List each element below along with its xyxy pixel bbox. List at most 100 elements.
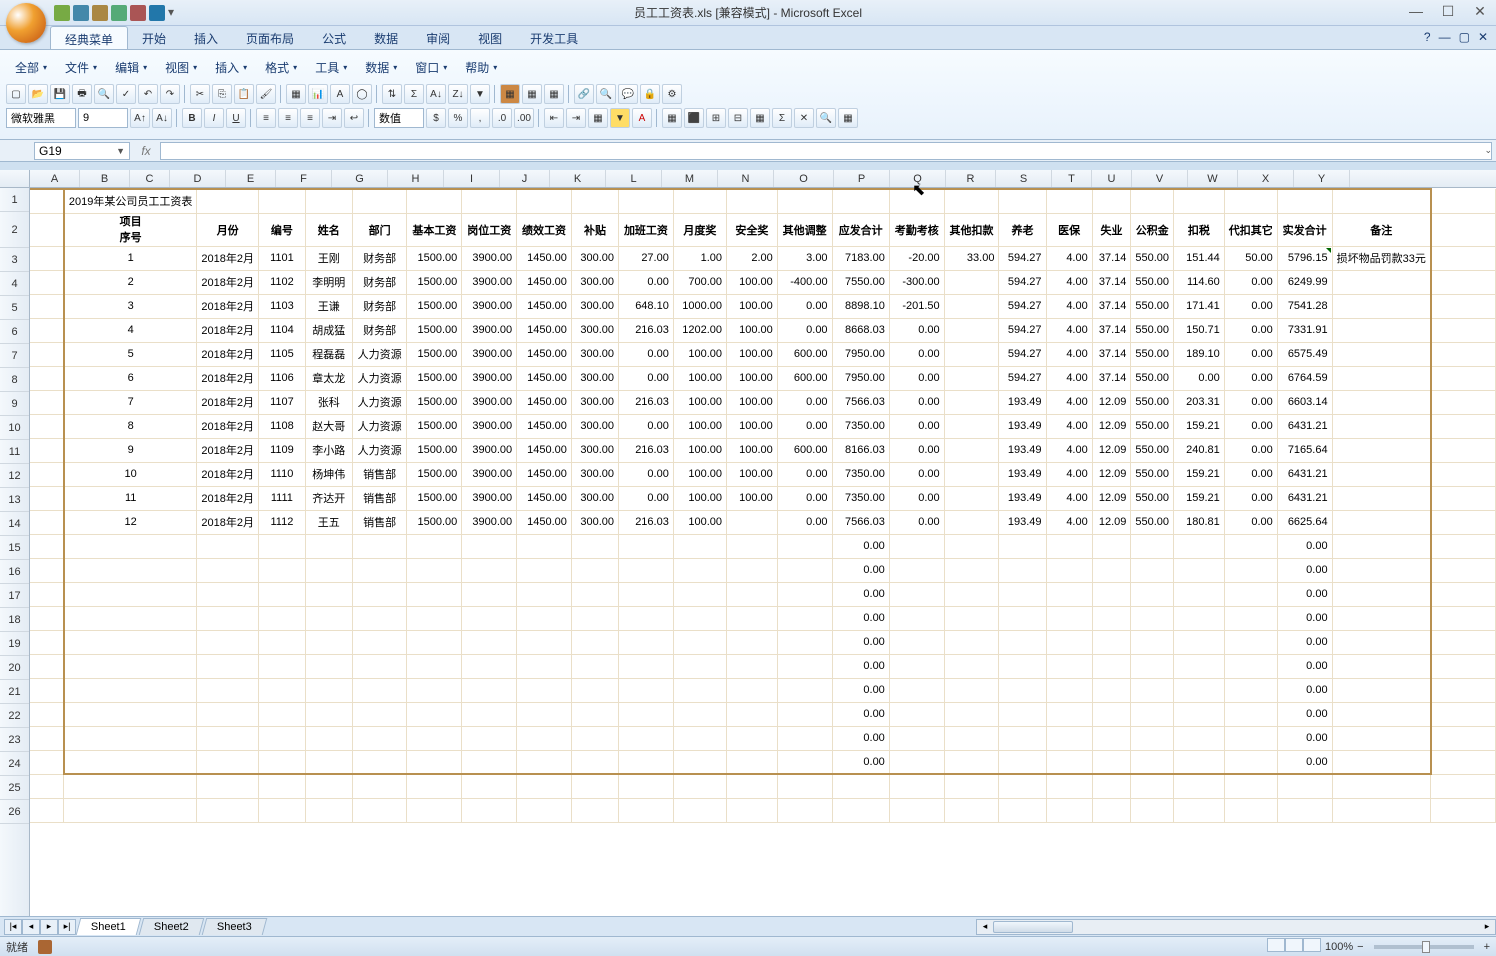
zoom-value[interactable]: 100% xyxy=(1325,941,1353,953)
cell[interactable]: 扣税 xyxy=(1174,213,1225,246)
cell[interactable]: 0.00 xyxy=(1277,582,1332,606)
delete-cells-icon[interactable]: ⊟ xyxy=(728,108,748,128)
cell[interactable]: 王谦 xyxy=(305,294,352,318)
row-header[interactable]: 24 xyxy=(0,752,29,776)
row-header[interactable]: 15 xyxy=(0,536,29,560)
cell[interactable] xyxy=(1332,486,1431,510)
cell[interactable] xyxy=(305,582,352,606)
cell[interactable]: 3900.00 xyxy=(462,414,517,438)
cell[interactable]: 0.00 xyxy=(832,534,889,558)
misc-icon[interactable]: ▦ xyxy=(838,108,858,128)
col-header[interactable]: B xyxy=(80,170,130,187)
cell[interactable] xyxy=(1431,318,1496,342)
cell[interactable] xyxy=(462,582,517,606)
cell[interactable] xyxy=(571,654,618,678)
cell[interactable]: 2 xyxy=(64,270,197,294)
cell[interactable] xyxy=(1092,726,1131,750)
cell[interactable] xyxy=(619,654,674,678)
cell[interactable]: 300.00 xyxy=(571,294,618,318)
cell[interactable]: 550.00 xyxy=(1131,510,1174,534)
cell[interactable]: 50.00 xyxy=(1224,246,1277,270)
cell[interactable] xyxy=(30,342,64,366)
cell[interactable]: 2018年2月 xyxy=(197,414,259,438)
cell[interactable]: 人力资源 xyxy=(352,342,407,366)
col-header[interactable]: H xyxy=(388,170,444,187)
cell[interactable]: 300.00 xyxy=(571,462,618,486)
cell[interactable] xyxy=(1046,774,1092,798)
cell[interactable] xyxy=(30,438,64,462)
cell[interactable] xyxy=(1431,678,1496,702)
cell[interactable] xyxy=(462,189,517,213)
cell[interactable]: 216.03 xyxy=(619,390,674,414)
cell[interactable] xyxy=(64,582,197,606)
qat-dropdown-icon[interactable]: ▾ xyxy=(168,5,184,21)
cell[interactable]: 5796.15 xyxy=(1277,246,1332,270)
cell[interactable] xyxy=(673,189,726,213)
cell[interactable]: 0.00 xyxy=(1224,414,1277,438)
cell[interactable] xyxy=(1092,798,1131,822)
inc-dec-icon[interactable]: .0 xyxy=(492,108,512,128)
cell[interactable] xyxy=(1431,366,1496,390)
cell[interactable] xyxy=(462,726,517,750)
cell[interactable] xyxy=(571,750,618,774)
cell[interactable]: 人力资源 xyxy=(352,438,407,462)
cell[interactable]: 300.00 xyxy=(571,366,618,390)
cell[interactable]: 7950.00 xyxy=(832,366,889,390)
cell[interactable] xyxy=(832,774,889,798)
dec-dec-icon[interactable]: .00 xyxy=(514,108,534,128)
qat-icon[interactable] xyxy=(73,5,89,21)
cell[interactable]: 8668.03 xyxy=(832,318,889,342)
grid[interactable]: 2019年某公司员工工资表项目序号月份编号姓名部门基本工资岗位工资绩效工资补贴加… xyxy=(30,188,1496,916)
find-icon[interactable]: 🔍 xyxy=(816,108,836,128)
cell[interactable]: 12.09 xyxy=(1092,510,1131,534)
cell[interactable] xyxy=(1131,750,1174,774)
cell[interactable]: 齐达开 xyxy=(305,486,352,510)
cell[interactable]: 240.81 xyxy=(1174,438,1225,462)
cell[interactable] xyxy=(352,558,407,582)
cell[interactable] xyxy=(889,582,944,606)
cell[interactable]: 编号 xyxy=(258,213,305,246)
qat-icon[interactable] xyxy=(111,5,127,21)
col-header[interactable]: N xyxy=(718,170,774,187)
cell[interactable]: 2018年2月 xyxy=(197,486,259,510)
cell[interactable] xyxy=(1332,189,1431,213)
cell[interactable] xyxy=(64,534,197,558)
cell[interactable]: 0.00 xyxy=(1224,486,1277,510)
cell[interactable] xyxy=(999,774,1046,798)
cell[interactable]: 3900.00 xyxy=(462,318,517,342)
cell[interactable] xyxy=(1092,678,1131,702)
cell[interactable] xyxy=(619,678,674,702)
cell[interactable]: 648.10 xyxy=(619,294,674,318)
page-break-icon[interactable] xyxy=(1303,938,1321,952)
row-header[interactable]: 10 xyxy=(0,416,29,440)
font-color-icon[interactable]: A xyxy=(632,108,652,128)
sheet-tab-3[interactable]: Sheet3 xyxy=(201,918,266,935)
cell[interactable]: 7350.00 xyxy=(832,462,889,486)
cell[interactable]: 应发合计 xyxy=(832,213,889,246)
cell[interactable] xyxy=(777,702,832,726)
cell[interactable] xyxy=(777,189,832,213)
cell[interactable]: 1450.00 xyxy=(517,486,572,510)
cell[interactable] xyxy=(1174,798,1225,822)
cell[interactable] xyxy=(30,582,64,606)
cell[interactable] xyxy=(407,678,462,702)
cell[interactable]: 1450.00 xyxy=(517,294,572,318)
cell[interactable]: 7331.91 xyxy=(1277,318,1332,342)
cell[interactable] xyxy=(1092,582,1131,606)
cell[interactable] xyxy=(1332,726,1431,750)
cell[interactable] xyxy=(571,726,618,750)
col-header[interactable]: E xyxy=(226,170,276,187)
cell[interactable]: 4.00 xyxy=(1046,246,1092,270)
cell[interactable] xyxy=(352,750,407,774)
cell[interactable]: 300.00 xyxy=(571,342,618,366)
merge-icon[interactable]: ⇥ xyxy=(322,108,342,128)
cell[interactable] xyxy=(1046,702,1092,726)
redo-icon[interactable]: ↷ xyxy=(160,84,180,104)
cell[interactable]: 2018年2月 xyxy=(197,390,259,414)
cell[interactable] xyxy=(462,630,517,654)
cell[interactable]: 100.00 xyxy=(673,510,726,534)
cell[interactable] xyxy=(1131,558,1174,582)
cell[interactable]: 300.00 xyxy=(571,390,618,414)
cell[interactable]: 159.21 xyxy=(1174,414,1225,438)
cell[interactable] xyxy=(1174,582,1225,606)
